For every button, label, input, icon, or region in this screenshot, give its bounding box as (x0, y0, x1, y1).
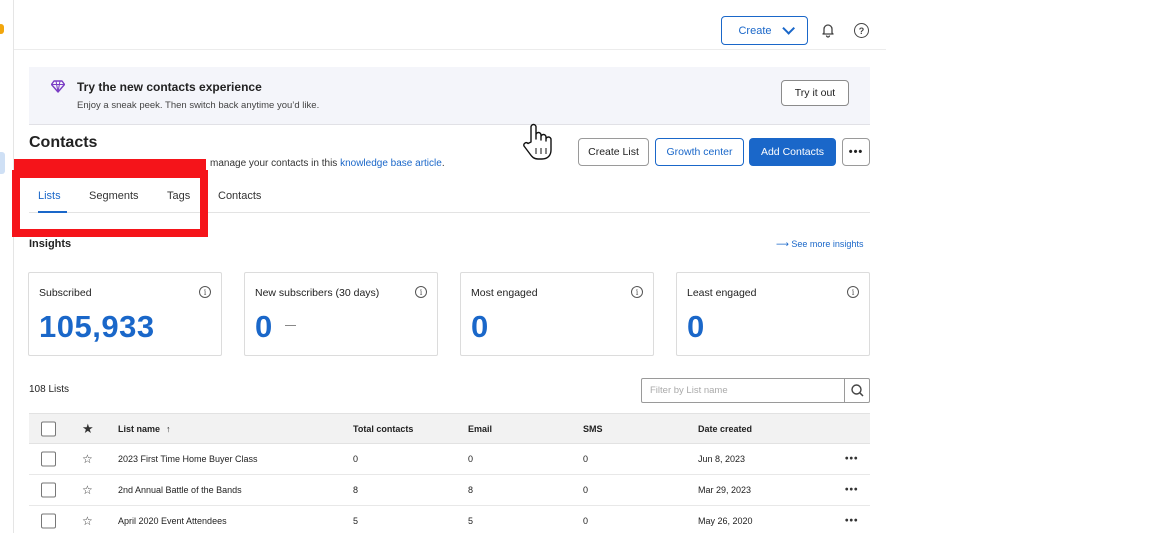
email-cell: 8 (468, 485, 474, 495)
insight-card-label: New subscribers (30 days) (255, 287, 380, 299)
list-name-cell[interactable]: 2023 First Time Home Buyer Class (118, 454, 258, 464)
banner-title: Try the new contacts experience (77, 80, 262, 94)
try-it-out-button[interactable]: Try it out (781, 80, 849, 106)
email-cell: 0 (468, 454, 474, 464)
sms-cell: 0 (583, 516, 589, 526)
column-header-total-contacts[interactable]: Total contacts (353, 424, 413, 434)
insight-card-label: Subscribed (39, 287, 92, 299)
date-created-cell: Mar 29, 2023 (698, 485, 752, 495)
tab-contacts[interactable]: Contacts (218, 190, 261, 202)
table-row[interactable]: ☆ 2nd Annual Battle of the Bands 8 8 0 M… (29, 475, 870, 506)
info-icon[interactable]: i (847, 286, 859, 298)
insight-card-value: 0 (471, 309, 489, 344)
more-options-button[interactable]: ••• (842, 138, 870, 166)
see-more-insights-link[interactable]: ⟶ See more insights (776, 239, 863, 250)
row-more-icon[interactable]: ••• (845, 454, 859, 465)
top-bar: Create ? (14, 0, 886, 50)
list-name-cell[interactable]: 2nd Annual Battle of the Bands (118, 485, 242, 495)
create-list-button[interactable]: Create List (578, 138, 649, 166)
knowledge-base-link[interactable]: knowledge base article (340, 158, 442, 169)
growth-center-button[interactable]: Growth center (655, 138, 744, 166)
table-row[interactable]: ☆ April 2020 Event Attendees 5 5 0 May 2… (29, 506, 870, 533)
insight-card-least-engaged[interactable]: Least engaged i 0 (676, 272, 870, 356)
sms-cell: 0 (583, 454, 589, 464)
annotation-box (12, 170, 208, 237)
insight-card-label: Most engaged (471, 287, 538, 299)
row-checkbox[interactable] (41, 482, 56, 498)
column-header-date-created[interactable]: Date created (698, 424, 752, 434)
help-icon[interactable]: ? (854, 23, 869, 38)
page-description-end: . (441, 158, 445, 169)
new-experience-banner: Try the new contacts experience Enjoy a … (29, 67, 870, 125)
page-title: Contacts (29, 134, 98, 151)
star-filled-icon[interactable]: ★ (82, 421, 94, 437)
sidebar-rail (0, 0, 14, 533)
info-icon[interactable]: i (415, 286, 427, 298)
insight-card-new-subscribers[interactable]: New subscribers (30 days) i 0 (244, 272, 438, 356)
create-button[interactable]: Create (721, 16, 808, 45)
star-outline-icon[interactable]: ☆ (82, 514, 93, 528)
row-checkbox[interactable] (41, 513, 56, 529)
app-window: Create ? Try the new contacts experience… (0, 0, 886, 533)
avatar[interactable] (0, 505, 9, 527)
logo-icon[interactable] (0, 24, 4, 34)
list-name-cell[interactable]: April 2020 Event Attendees (118, 516, 227, 526)
sort-ascending-icon[interactable]: ↑ (166, 424, 171, 434)
info-icon[interactable]: i (199, 286, 211, 298)
search-button[interactable] (844, 379, 869, 402)
insight-card-subscribed[interactable]: Subscribed i 105,933 (28, 272, 222, 356)
add-contacts-button[interactable]: Add Contacts (749, 138, 836, 166)
lists-count: 108 Lists (29, 384, 70, 395)
page-description-text: manage your contacts in this (210, 158, 341, 169)
insights-title: Insights (29, 238, 72, 250)
insight-card-most-engaged[interactable]: Most engaged i 0 (460, 272, 654, 356)
insight-card-label: Least engaged (687, 287, 757, 299)
filter-box (641, 378, 870, 403)
search-icon (851, 384, 864, 397)
table-row[interactable]: ☆ 2023 First Time Home Buyer Class 0 0 0… (29, 444, 870, 475)
insight-card-value: 0 (255, 309, 273, 344)
insight-card-value: 105,933 (39, 309, 155, 344)
create-button-label: Create (738, 24, 772, 37)
chevron-down-icon (781, 22, 795, 35)
lists-table: ★ List name ↑ Total contacts Email SMS Da… (29, 413, 870, 533)
date-created-cell: May 26, 2020 (698, 516, 753, 526)
insight-card-value: 0 (687, 309, 705, 344)
total-contacts-cell: 8 (353, 485, 359, 495)
star-outline-icon[interactable]: ☆ (82, 452, 93, 466)
banner-subtitle: Enjoy a sneak peek. Then switch back any… (77, 100, 320, 111)
email-cell: 5 (468, 516, 474, 526)
column-header-sms[interactable]: SMS (583, 424, 603, 434)
info-icon[interactable]: i (631, 286, 643, 298)
sidebar-active-indicator (0, 152, 5, 174)
total-contacts-cell: 5 (353, 516, 359, 526)
bell-icon[interactable] (820, 22, 836, 38)
date-created-cell: Jun 8, 2023 (698, 454, 746, 464)
row-more-icon[interactable]: ••• (845, 485, 859, 496)
star-outline-icon[interactable]: ☆ (82, 483, 93, 497)
total-contacts-cell: 0 (353, 454, 359, 464)
filter-list-input[interactable] (642, 379, 845, 402)
table-header: ★ List name ↑ Total contacts Email SMS Da… (29, 413, 870, 444)
column-header-list-name[interactable]: List name ↑ (118, 424, 171, 434)
select-all-checkbox[interactable] (41, 421, 56, 436)
trend-dash-icon (285, 325, 296, 326)
sms-cell: 0 (583, 485, 589, 495)
page-description: manage your contacts in this knowledge b… (210, 158, 445, 169)
row-checkbox[interactable] (41, 451, 56, 467)
hand-cursor-icon (523, 123, 552, 160)
column-header-email[interactable]: Email (468, 424, 492, 434)
column-header-label: List name (118, 423, 161, 434)
row-more-icon[interactable]: ••• (845, 516, 859, 527)
diamond-icon (51, 80, 65, 93)
